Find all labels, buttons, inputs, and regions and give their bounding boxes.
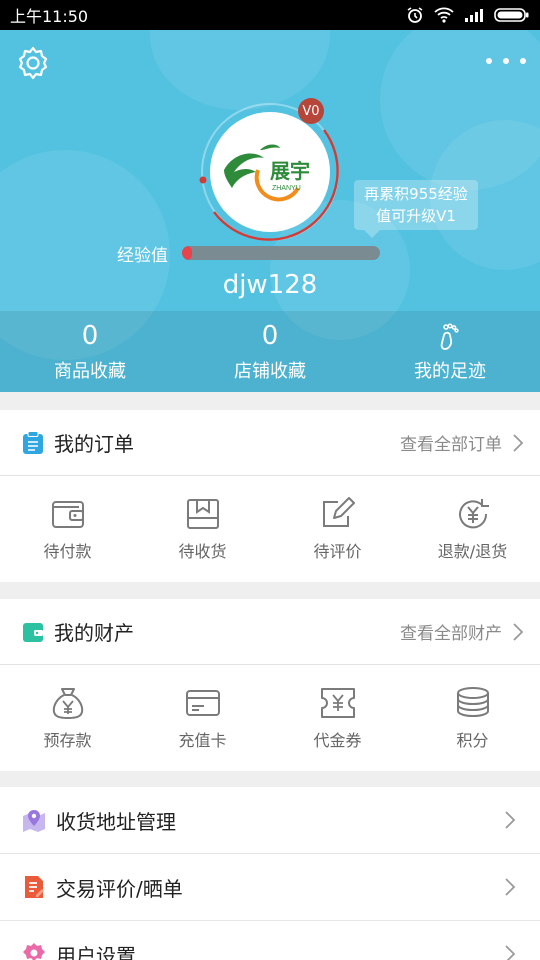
chevron-right-icon — [513, 433, 524, 452]
username: djw128 — [222, 270, 318, 300]
money-bag-icon — [52, 688, 83, 720]
asset-label: 代金券 — [313, 731, 362, 750]
wallet-filled-icon — [23, 622, 43, 642]
menu-label: 用户设置 — [56, 943, 136, 960]
order-refund[interactable]: 退款/退货 — [405, 476, 540, 582]
profile-header: 展宇 ZHANYU V0 再累积955经验 值可升级V1 经验值 djw128 … — [0, 30, 540, 392]
chevron-right-icon — [513, 622, 524, 641]
stats-bar: 0 商品收藏 0 店铺收藏 我的足迹 — [0, 311, 540, 392]
user-settings-icon — [23, 943, 45, 960]
stat-label: 商品收藏 — [54, 360, 126, 382]
asset-deposit[interactable]: 预存款 — [0, 665, 135, 771]
wifi-icon — [434, 7, 454, 23]
stat-label: 店铺收藏 — [234, 360, 306, 382]
upgrade-tip-line2: 值可升级V1 — [376, 207, 456, 225]
avatar[interactable]: 展宇 ZHANYU — [210, 112, 330, 232]
footprint-icon — [440, 322, 459, 350]
order-pending-payment[interactable]: 待付款 — [0, 476, 135, 582]
exp-progress-bar — [182, 246, 380, 260]
menu-reviews[interactable]: 交易评价/晒单 — [0, 854, 540, 921]
wallet-icon — [51, 501, 84, 528]
order-label: 待付款 — [43, 542, 92, 561]
assets-grid: 预存款 充值卡 代金券 积分 — [0, 665, 540, 771]
zhanyu-logo: 展宇 ZHANYU — [224, 144, 310, 202]
menu-label: 交易评价/晒单 — [56, 876, 183, 901]
view-all-assets-link[interactable]: 查看全部财产 — [400, 619, 502, 644]
assets-header[interactable]: 我的财产 查看全部财产 — [0, 599, 540, 665]
voucher-icon — [320, 688, 355, 718]
menu-label: 收货地址管理 — [56, 809, 176, 834]
signal-icon — [465, 9, 483, 22]
card-icon — [185, 690, 220, 716]
upgrade-tip-line1: 再累积955经验 — [364, 185, 468, 203]
orders-header[interactable]: 我的订单 查看全部订单 — [0, 410, 540, 476]
order-label: 待收货 — [178, 542, 227, 561]
chevron-right-icon — [505, 878, 516, 896]
upgrade-tip: 再累积955经验 值可升级V1 — [354, 180, 478, 238]
order-pending-review[interactable]: 待评价 — [270, 476, 405, 582]
package-icon — [186, 499, 219, 529]
logo-subtext: ZHANYU — [272, 185, 301, 192]
stat-count: 0 — [261, 320, 279, 351]
menu-address-management[interactable]: 收货地址管理 — [0, 787, 540, 854]
asset-label: 充值卡 — [178, 731, 227, 750]
location-icon — [23, 810, 45, 832]
menu-list: 收货地址管理 交易评价/晒单 用户设置 — [0, 787, 540, 960]
chevron-right-icon — [505, 811, 516, 829]
assets-card: 我的财产 查看全部财产 预存款 充值卡 代金券 积分 — [0, 599, 540, 771]
menu-user-settings[interactable]: 用户设置 — [0, 921, 540, 960]
bg-bubble — [150, 30, 330, 110]
coins-icon — [456, 687, 489, 718]
asset-label: 预存款 — [43, 731, 92, 750]
exp-label: 经验值 — [117, 246, 168, 266]
asset-recharge-card[interactable]: 充值卡 — [135, 665, 270, 771]
order-label: 退款/退货 — [437, 542, 508, 561]
review-icon — [25, 876, 44, 898]
view-all-orders-link[interactable]: 查看全部订单 — [400, 430, 502, 455]
exp-progress-fill — [182, 246, 192, 260]
battery-icon — [494, 8, 529, 22]
stat-count: 0 — [81, 320, 99, 351]
asset-points[interactable]: 积分 — [405, 665, 540, 771]
alarm-icon — [407, 7, 423, 23]
more-options-icon[interactable] — [486, 54, 526, 68]
stat-label: 我的足迹 — [414, 360, 486, 382]
orders-card: 我的订单 查看全部订单 待付款 待收货 待评价 退款/退货 — [0, 410, 540, 582]
asset-label: 积分 — [456, 731, 489, 750]
asset-voucher[interactable]: 代金券 — [270, 665, 405, 771]
order-pending-receipt[interactable]: 待收货 — [135, 476, 270, 582]
stat-shop-favorites[interactable]: 0 店铺收藏 — [180, 311, 360, 392]
status-bar: 上午11:50 — [0, 0, 540, 30]
orders-grid: 待付款 待收货 待评价 退款/退货 — [0, 476, 540, 582]
logo-text: 展宇 — [270, 159, 310, 183]
refund-icon — [458, 499, 489, 529]
stat-product-favorites[interactable]: 0 商品收藏 — [0, 311, 180, 392]
assets-title: 我的财产 — [54, 621, 134, 645]
orders-title: 我的订单 — [54, 432, 134, 456]
level-badge: V0 — [298, 98, 324, 124]
edit-icon — [322, 497, 355, 527]
status-time: 上午11:50 — [10, 7, 89, 26]
stat-footprints[interactable]: 我的足迹 — [360, 311, 540, 392]
settings-gear-icon[interactable] — [14, 44, 52, 82]
order-label: 待评价 — [313, 542, 362, 561]
chevron-right-icon — [505, 945, 516, 960]
clipboard-icon — [23, 430, 43, 454]
avatar-area: 展宇 ZHANYU V0 — [198, 98, 342, 246]
